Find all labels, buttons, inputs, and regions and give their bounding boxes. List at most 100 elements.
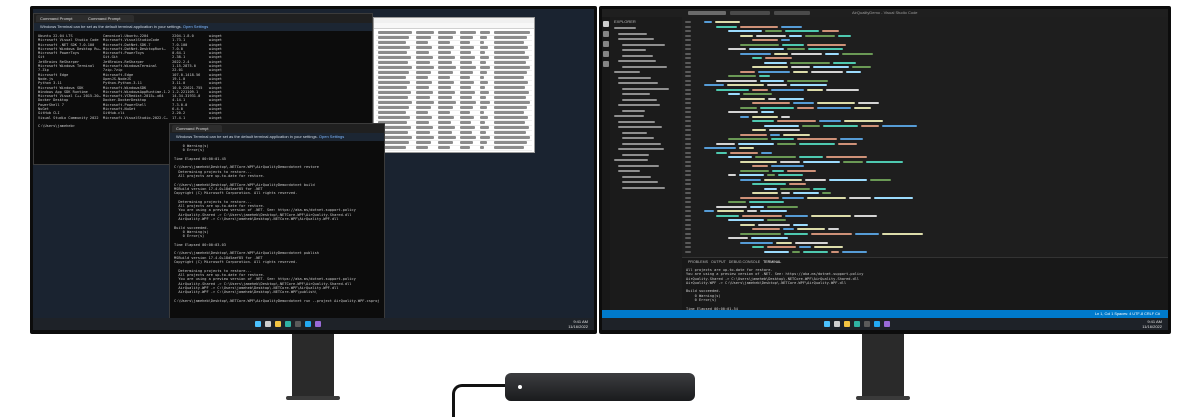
explorer-item[interactable] [614, 71, 640, 73]
search-icon[interactable] [265, 321, 271, 327]
explorer-item[interactable] [622, 65, 667, 68]
explorer-item[interactable] [622, 109, 645, 112]
explorer-item[interactable] [622, 186, 665, 189]
process-cell [378, 61, 408, 64]
explorer-item[interactable] [622, 98, 657, 101]
explorer-item[interactable] [618, 170, 640, 172]
vscode-icon[interactable] [305, 321, 311, 327]
code-token [874, 196, 913, 199]
explorer-item[interactable] [618, 164, 659, 167]
explorer-item[interactable] [622, 131, 647, 134]
explorer-item[interactable] [622, 93, 650, 95]
code-token [797, 228, 825, 231]
line-number [685, 201, 691, 204]
process-cell [460, 126, 475, 129]
terminal-icon[interactable] [295, 321, 301, 327]
search-icon[interactable] [834, 321, 840, 327]
explorer-item[interactable] [618, 60, 656, 62]
process-cell [438, 41, 450, 44]
explorer-item[interactable] [618, 120, 655, 123]
explorer-item[interactable] [622, 49, 646, 51]
code-token [854, 214, 877, 217]
editor-tab[interactable] [774, 11, 810, 15]
process-list-window[interactable] [373, 17, 535, 153]
explorer-item[interactable] [618, 76, 651, 79]
explorer-icon[interactable] [275, 321, 281, 327]
explorer-item[interactable] [614, 27, 636, 29]
process-cell [438, 71, 453, 74]
lower-terminal-window[interactable]: Command Prompt Windows Terminal can be s… [169, 123, 385, 321]
terminal-tab[interactable]: Command Prompt [36, 15, 86, 22]
start-icon[interactable] [824, 321, 830, 327]
editor-tab[interactable] [730, 11, 770, 15]
explorer-item[interactable] [622, 142, 661, 145]
explorer-item[interactable] [622, 153, 649, 156]
process-cell [438, 106, 453, 109]
code-token [716, 79, 757, 82]
explorer-item[interactable] [622, 181, 658, 183]
panel-tab-problems[interactable]: PROBLEMS [688, 260, 708, 264]
panel-tab-debug-console[interactable]: DEBUG CONSOLE [729, 260, 760, 264]
code-token [761, 111, 774, 114]
open-settings-link[interactable]: Open Settings [319, 134, 344, 139]
explorer-item[interactable] [614, 159, 648, 161]
right-monitor-stand [862, 332, 904, 400]
explorer-item[interactable] [622, 137, 654, 139]
panel-tab-output[interactable]: OUTPUT [711, 260, 726, 264]
terminal-tab[interactable]: Command Prompt [172, 125, 222, 132]
process-cell [416, 41, 428, 44]
line-number [685, 106, 691, 109]
explorer-item[interactable] [622, 54, 653, 57]
explorer-item[interactable] [618, 126, 662, 128]
line-number [685, 219, 691, 222]
explorer-item[interactable] [622, 43, 665, 46]
process-cell [460, 51, 471, 54]
source-control-icon[interactable] [603, 41, 609, 47]
code-token [805, 34, 835, 37]
search-icon[interactable] [603, 31, 609, 37]
code-token [752, 246, 764, 249]
explorer-item[interactable] [622, 87, 669, 90]
taskbar-clock[interactable]: 9:41 AM 11/16/2022 [568, 319, 588, 329]
visual-studio-icon[interactable] [315, 321, 321, 327]
explorer-item[interactable] [618, 38, 654, 40]
visual-studio-icon[interactable] [884, 321, 890, 327]
code-token [728, 156, 752, 159]
vscode-icon[interactable] [874, 321, 880, 327]
extensions-icon[interactable] [603, 61, 609, 67]
process-cell [416, 56, 433, 59]
explorer-item[interactable] [618, 148, 664, 150]
process-row[interactable] [376, 145, 532, 151]
process-cell [416, 51, 429, 54]
process-cell [378, 91, 411, 94]
process-cell [480, 61, 486, 64]
run-debug-icon[interactable] [603, 51, 609, 57]
open-settings-link[interactable]: Open Settings [183, 24, 208, 29]
panel-tab-terminal[interactable]: TERMINAL [763, 260, 781, 264]
taskbar-clock[interactable]: 9:41 AM 11/16/2022 [1142, 319, 1162, 329]
edge-icon[interactable] [285, 321, 291, 327]
process-cell [438, 101, 456, 104]
process-cell [480, 136, 490, 139]
explorer-item[interactable] [618, 104, 660, 106]
explorer-icon[interactable] [844, 321, 850, 327]
explorer-item[interactable] [618, 82, 658, 84]
terminal-tab[interactable]: Command Prompt [84, 15, 134, 22]
explorer-item[interactable] [618, 32, 647, 35]
process-cell [460, 61, 472, 64]
code-editor[interactable] [682, 17, 1168, 257]
line-number [685, 75, 691, 78]
explorer-item[interactable] [622, 175, 651, 178]
code-token [704, 147, 736, 150]
process-cell [416, 141, 431, 144]
code-token [849, 196, 871, 199]
explorer-item[interactable] [614, 115, 644, 117]
line-number [685, 169, 691, 172]
edge-icon[interactable] [854, 321, 860, 327]
code-token [764, 124, 799, 127]
files-icon[interactable] [603, 21, 609, 27]
editor-tab[interactable] [688, 11, 726, 15]
start-icon[interactable] [255, 321, 261, 327]
terminal-icon[interactable] [864, 321, 870, 327]
code-token [750, 205, 764, 208]
